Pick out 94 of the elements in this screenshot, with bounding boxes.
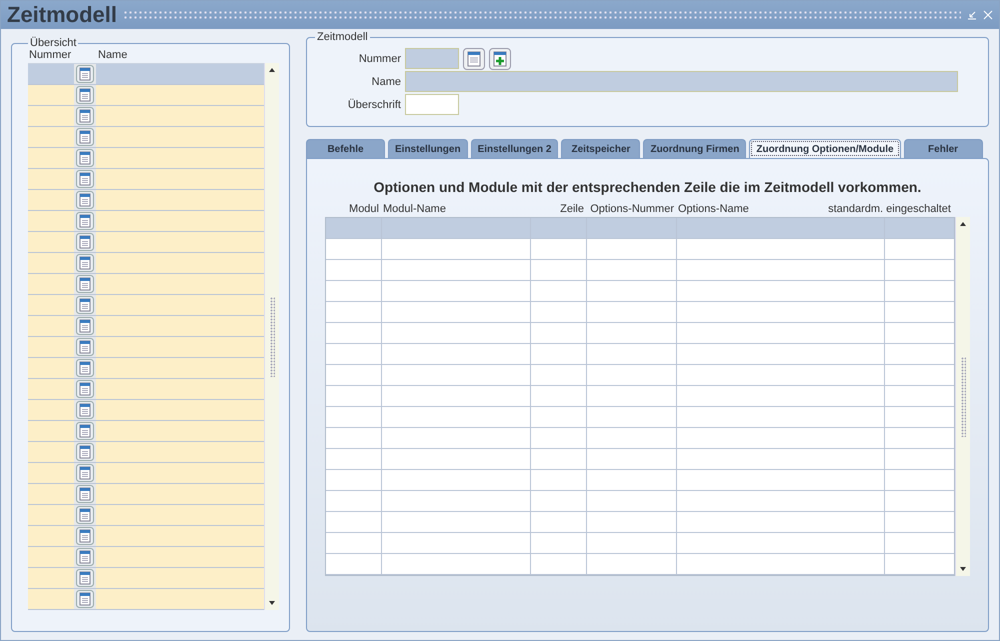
document-icon[interactable] [76, 590, 94, 608]
close-icon[interactable] [983, 10, 993, 20]
list-row[interactable] [28, 568, 264, 589]
tab[interactable]: Befehle [306, 139, 385, 158]
list-row[interactable] [28, 190, 264, 211]
document-icon[interactable] [76, 296, 94, 314]
table-row[interactable] [326, 386, 954, 407]
document-icon[interactable] [76, 338, 94, 356]
group-legend: Übersicht [28, 37, 78, 49]
list-row[interactable] [28, 85, 264, 106]
table-row[interactable] [326, 281, 954, 302]
column-header: Modul [349, 203, 379, 217]
table-row[interactable] [326, 470, 954, 491]
document-icon[interactable] [76, 149, 94, 167]
column-header: standardm. eingeschaltet [828, 203, 951, 217]
document-icon[interactable] [76, 254, 94, 272]
document-icon[interactable] [76, 275, 94, 293]
tab[interactable]: Zuordnung Optionen/Module [749, 139, 901, 158]
list-row[interactable] [28, 505, 264, 526]
table-row[interactable] [326, 344, 954, 365]
table-row[interactable] [326, 260, 954, 281]
list-row[interactable] [28, 169, 264, 190]
document-icon[interactable] [76, 485, 94, 503]
list-row[interactable] [28, 295, 264, 316]
list-row[interactable] [28, 232, 264, 253]
document-icon[interactable] [76, 317, 94, 335]
table-row[interactable] [326, 449, 954, 470]
tab[interactable]: Einstellungen 2 [470, 139, 558, 158]
field-label: Name [370, 76, 401, 88]
list-row[interactable] [28, 148, 264, 169]
document-icon[interactable] [76, 443, 94, 461]
column-header: Modul-Name [383, 203, 446, 217]
field-label: Überschrift [346, 98, 401, 110]
tab[interactable]: Zuordnung Firmen [643, 139, 746, 158]
list-row[interactable] [28, 484, 264, 505]
tab[interactable]: Zeitspeicher [561, 139, 640, 158]
document-icon[interactable] [76, 527, 94, 545]
table-row[interactable] [326, 365, 954, 386]
list-row[interactable] [28, 127, 264, 148]
add-button[interactable] [489, 48, 511, 70]
tab[interactable]: Fehler [904, 139, 983, 158]
list-row[interactable] [28, 274, 264, 295]
list-row[interactable] [28, 379, 264, 400]
panel-heading: Optionen und Module mit der entsprechenden Zeile die im Zeitmodell vorkommen. [372, 179, 922, 195]
table-row[interactable] [326, 302, 954, 323]
document-icon[interactable] [76, 107, 94, 125]
table-row[interactable] [326, 239, 954, 260]
list-row[interactable] [28, 253, 264, 274]
column-header: Options-Nummer [590, 203, 674, 217]
document-icon[interactable] [76, 86, 94, 104]
column-header: Options-Name [678, 203, 749, 217]
table-row[interactable] [326, 407, 954, 428]
document-icon[interactable] [76, 422, 94, 440]
document-icon[interactable] [76, 359, 94, 377]
table-row[interactable] [326, 533, 954, 554]
column-header: Zeile [560, 203, 584, 217]
document-icon[interactable] [76, 191, 94, 209]
document-icon[interactable] [76, 401, 94, 419]
document-icon[interactable] [76, 170, 94, 188]
document-icon[interactable] [76, 128, 94, 146]
document-icon[interactable] [76, 233, 94, 251]
column-header: Name [97, 49, 128, 63]
window-title: Zeitmodell [7, 2, 118, 28]
open-button[interactable] [463, 48, 485, 70]
tab[interactable]: Einstellungen [388, 139, 468, 158]
list-row[interactable] [28, 316, 264, 337]
table-row[interactable] [326, 323, 954, 344]
minimize-icon[interactable] [967, 10, 977, 20]
scrollbar[interactable] [955, 217, 970, 576]
group-legend: Zeitmodell [315, 31, 370, 43]
document-icon[interactable] [76, 506, 94, 524]
document-icon[interactable] [76, 548, 94, 566]
list-row[interactable] [28, 547, 264, 568]
field-label: Nummer [358, 52, 401, 64]
list-row[interactable] [28, 106, 264, 127]
list-row[interactable] [28, 337, 264, 358]
column-header: Nummer [28, 49, 72, 63]
document-icon[interactable] [76, 380, 94, 398]
list-row[interactable] [28, 442, 264, 463]
list-row[interactable] [28, 526, 264, 547]
table-row[interactable] [326, 512, 954, 533]
list-row[interactable] [28, 400, 264, 421]
table-row[interactable] [326, 428, 954, 449]
scrollbar[interactable] [264, 63, 279, 610]
list-row[interactable] [28, 358, 264, 379]
list-row[interactable] [28, 421, 264, 442]
document-icon[interactable] [76, 569, 94, 587]
list-row[interactable] [28, 211, 264, 232]
document-icon[interactable] [76, 212, 94, 230]
list-row[interactable] [28, 463, 264, 484]
table-row[interactable] [326, 491, 954, 512]
input-field[interactable] [405, 94, 459, 115]
document-icon[interactable] [76, 65, 94, 83]
document-icon[interactable] [76, 464, 94, 482]
